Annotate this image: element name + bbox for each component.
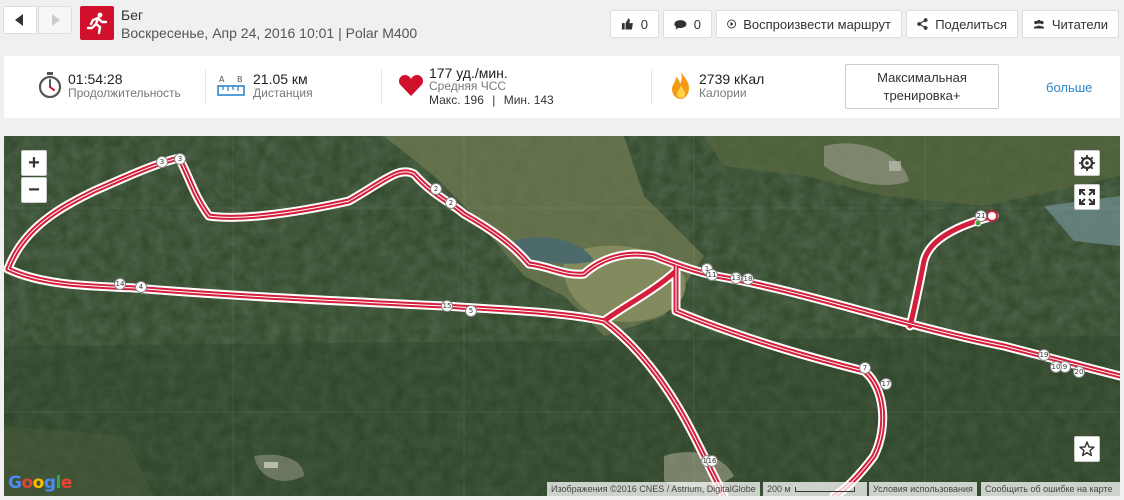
km-marker[interactable]: 11 xyxy=(706,269,718,281)
duration-value: 01:54:28 xyxy=(68,71,123,87)
km-marker[interactable]: 16 xyxy=(706,455,718,467)
km-marker[interactable]: 5 xyxy=(465,305,477,317)
distance-icon-letter-b: B xyxy=(237,75,243,84)
zoom-in-button[interactable]: + xyxy=(21,150,47,176)
like-button[interactable]: 0 xyxy=(610,10,659,38)
distance-ruler-icon: A B xyxy=(217,75,245,96)
chevron-right-icon xyxy=(52,14,60,26)
fullscreen-icon xyxy=(1079,189,1095,205)
heart-rate-max: Макс. 196 xyxy=(429,93,484,107)
share-label: Поделиться xyxy=(935,16,1007,32)
km-marker[interactable]: 7 xyxy=(859,362,871,374)
distance-value: 21.05 км xyxy=(253,71,308,87)
sport-icon-running xyxy=(80,6,114,40)
km-marker[interactable]: 2 xyxy=(430,183,442,195)
km-marker[interactable]: 2 xyxy=(445,197,457,209)
distance-icon-letter-a: A xyxy=(219,75,225,84)
km-marker[interactable]: 18 xyxy=(742,273,754,285)
start-marker[interactable] xyxy=(986,210,998,222)
km-marker[interactable]: 15 xyxy=(441,300,453,312)
replay-route-label: Воспроизвести маршрут xyxy=(743,16,891,32)
gear-icon xyxy=(1079,155,1095,171)
calories-label: Калории xyxy=(699,86,747,100)
heart-rate-min: Мин. 143 xyxy=(503,93,554,107)
comments-button[interactable]: 0 xyxy=(663,10,712,38)
scale-bar xyxy=(794,486,855,492)
previous-workout-button[interactable] xyxy=(3,6,37,34)
scale-label: 200 м xyxy=(767,484,791,494)
play-icon xyxy=(727,19,737,29)
stopwatch-icon xyxy=(38,72,62,99)
satellite-map xyxy=(4,136,1120,496)
km-marker[interactable]: 4 xyxy=(135,281,147,293)
map-settings-button[interactable] xyxy=(1074,150,1100,176)
likes-count: 0 xyxy=(640,16,648,32)
divider xyxy=(205,70,206,104)
heart-icon xyxy=(398,75,424,96)
divider xyxy=(651,70,652,104)
flame-icon xyxy=(672,71,689,99)
comments-count: 0 xyxy=(693,16,701,32)
google-logo: Google xyxy=(8,473,72,493)
heart-rate-max-min: Макс. 196 | Мин. 143 xyxy=(429,93,554,107)
heart-rate-label: Средняя ЧСС xyxy=(429,79,507,93)
more-link[interactable]: больше xyxy=(1046,80,1092,95)
map-scale: 200 м xyxy=(763,482,867,496)
followers-button[interactable]: Читатели xyxy=(1022,10,1119,38)
fullscreen-button[interactable] xyxy=(1074,184,1100,210)
thumbs-up-icon xyxy=(621,18,633,30)
calories-value: 2739 кКал xyxy=(699,71,765,87)
replay-route-button[interactable]: Воспроизвести маршрут xyxy=(716,10,902,38)
map-attribution: Изображения ©2016 CNES / Astrium, Digita… xyxy=(547,482,760,496)
terms-link[interactable]: Условия использования xyxy=(869,482,977,496)
duration-label: Продолжительность xyxy=(68,86,181,100)
km-marker[interactable]: 10 xyxy=(1050,361,1062,373)
star-icon xyxy=(1079,441,1095,457)
people-icon xyxy=(1033,19,1045,29)
favorite-route-button[interactable] xyxy=(1074,436,1100,462)
followers-label: Читатели xyxy=(1051,16,1108,32)
workout-title: Бег xyxy=(121,7,144,23)
report-error-link[interactable]: Сообщить об ошибке на карте xyxy=(981,482,1120,496)
zoom-out-button[interactable]: − xyxy=(21,177,47,203)
max-workout-button[interactable]: Максимальная тренировка+ xyxy=(845,64,999,109)
workout-subtitle: Воскресенье, Апр 24, 2016 10:01 | Polar … xyxy=(121,25,418,41)
top-bar: Бег Воскресенье, Апр 24, 2016 10:01 | Po… xyxy=(0,0,1124,50)
runner-icon xyxy=(86,12,108,35)
divider xyxy=(381,70,382,104)
km-marker[interactable]: 3 xyxy=(174,153,186,165)
share-button[interactable]: Поделиться xyxy=(906,10,1018,38)
route-map[interactable]: 122334516791011141516171819202113 + − Go… xyxy=(4,136,1120,496)
km-marker[interactable]: 3 xyxy=(156,156,168,168)
km-marker[interactable]: 21 xyxy=(975,210,987,222)
chevron-left-icon xyxy=(15,14,23,26)
km-marker[interactable]: 14 xyxy=(114,278,126,290)
km-marker[interactable]: 17 xyxy=(880,378,892,390)
km-marker[interactable]: 13 xyxy=(730,272,742,284)
next-workout-button[interactable] xyxy=(38,6,72,34)
max-workout-label: Максимальная тренировка+ xyxy=(877,70,967,103)
km-marker[interactable]: 20 xyxy=(1073,366,1085,378)
share-icon xyxy=(917,18,928,30)
comment-icon xyxy=(674,19,687,30)
heart-rate-separator: | xyxy=(492,93,496,107)
distance-label: Дистанция xyxy=(253,86,313,100)
km-marker[interactable]: 19 xyxy=(1038,349,1050,361)
